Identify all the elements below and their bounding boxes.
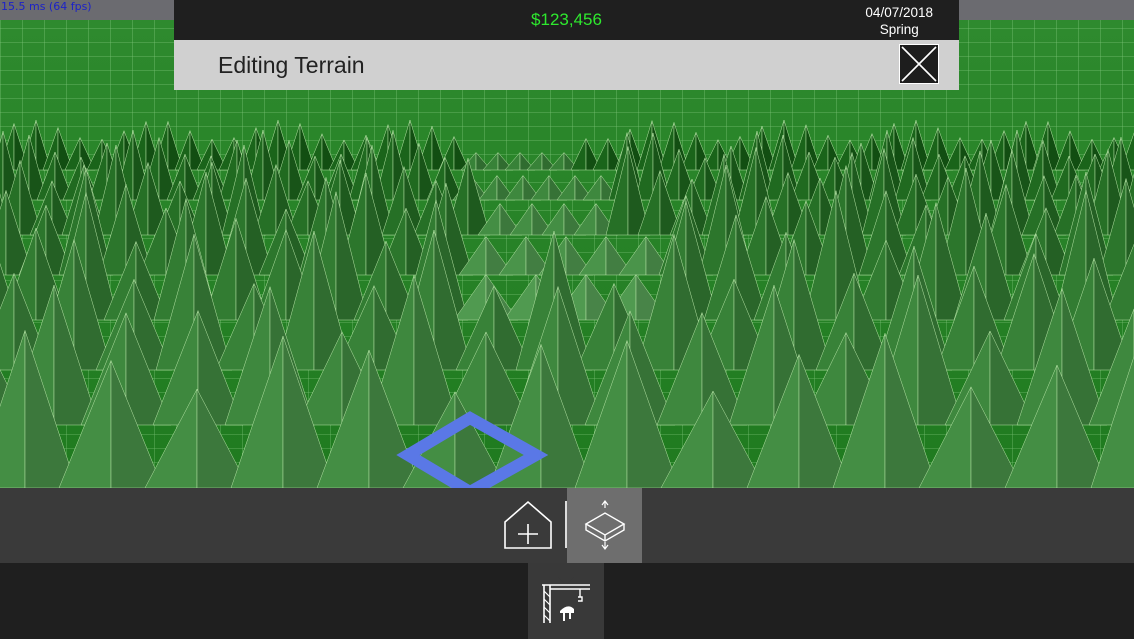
close-x-icon — [901, 46, 937, 82]
status-bar: $123,456 04/07/2018 Spring — [174, 0, 959, 40]
tool-bar — [0, 488, 1134, 563]
money-display: $123,456 — [531, 10, 602, 29]
add-building-button[interactable] — [493, 488, 563, 563]
terrain-peak-face — [0, 131, 4, 201]
close-button[interactable] — [899, 44, 939, 84]
edit-mode-panel: Editing Terrain — [174, 40, 959, 90]
crane-construction-icon — [542, 577, 590, 623]
edit-mode-title: Editing Terrain — [218, 52, 365, 78]
house-plus-icon — [504, 500, 552, 549]
terrain-edit-tool-button[interactable] — [567, 488, 642, 563]
fps-counter: 15.5 ms (64 fps) — [1, 0, 92, 13]
construction-menu-button[interactable] — [528, 563, 604, 639]
season-text: Spring — [879, 22, 919, 37]
terrain-raise-lower-icon — [584, 500, 626, 550]
bottom-bar — [0, 563, 1134, 639]
date-season-display: 04/07/2018 Spring — [865, 4, 933, 38]
date-text: 04/07/2018 — [865, 5, 933, 20]
